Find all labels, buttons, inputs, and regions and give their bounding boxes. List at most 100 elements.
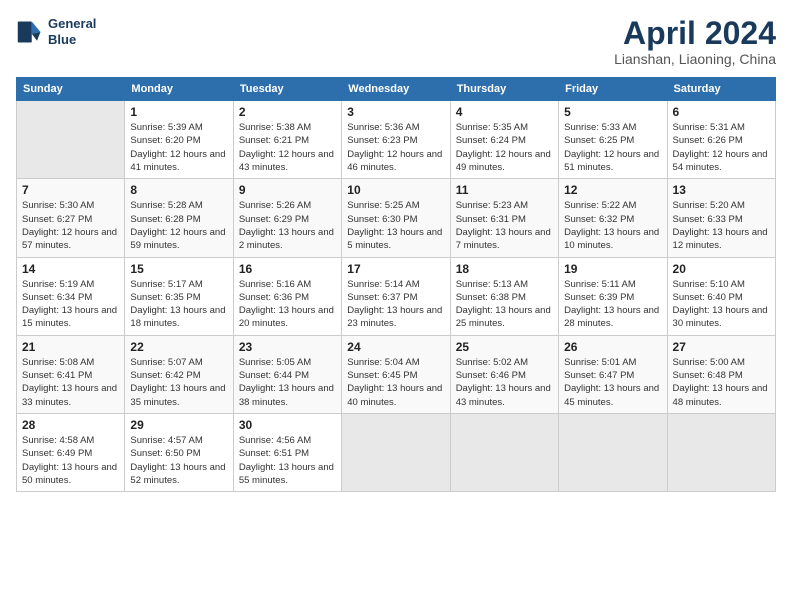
col-monday: Monday <box>125 78 233 101</box>
calendar-cell: 9 Sunrise: 5:26 AMSunset: 6:29 PMDaylight… <box>233 179 341 257</box>
day-number: 9 <box>239 183 336 197</box>
calendar-cell <box>342 413 450 491</box>
calendar-cell: 6 Sunrise: 5:31 AMSunset: 6:26 PMDaylight… <box>667 101 775 179</box>
calendar-cell: 20 Sunrise: 5:10 AMSunset: 6:40 PMDayligh… <box>667 257 775 335</box>
calendar-cell: 14Sunrise: 5:19 AMSunset: 6:34 PMDayligh… <box>17 257 125 335</box>
day-number: 12 <box>564 183 661 197</box>
calendar-cell: 7 Sunrise: 5:30 AMSunset: 6:27 PMDaylight… <box>17 179 125 257</box>
day-info: Sunrise: 5:35 AMSunset: 6:24 PMDaylight:… <box>456 121 553 174</box>
week-row-3: 14Sunrise: 5:19 AMSunset: 6:34 PMDayligh… <box>17 257 776 335</box>
calendar-cell: 10Sunrise: 5:25 AMSunset: 6:30 PMDayligh… <box>342 179 450 257</box>
calendar-header: Sunday Monday Tuesday Wednesday Thursday… <box>17 78 776 101</box>
day-info: Sunrise: 5:17 AMSunset: 6:35 PMDaylight:… <box>130 278 227 331</box>
col-saturday: Saturday <box>667 78 775 101</box>
day-info: Sunrise: 5:33 AMSunset: 6:25 PMDaylight:… <box>564 121 661 174</box>
day-number: 29 <box>130 418 227 432</box>
calendar-cell: 2Sunrise: 5:38 AMSunset: 6:21 PMDaylight… <box>233 101 341 179</box>
calendar-cell: 22 Sunrise: 5:07 AMSunset: 6:42 PMDayligh… <box>125 335 233 413</box>
day-number: 28 <box>22 418 119 432</box>
day-info: Sunrise: 5:26 AMSunset: 6:29 PMDaylight:… <box>239 199 336 252</box>
col-sunday: Sunday <box>17 78 125 101</box>
day-info: Sunrise: 5:23 AMSunset: 6:31 PMDaylight:… <box>456 199 553 252</box>
calendar-cell: 17Sunrise: 5:14 AMSunset: 6:37 PMDayligh… <box>342 257 450 335</box>
day-info: Sunrise: 5:10 AMSunset: 6:40 PMDaylight:… <box>673 278 770 331</box>
calendar-cell: 23Sunrise: 5:05 AMSunset: 6:44 PMDayligh… <box>233 335 341 413</box>
day-number: 8 <box>130 183 227 197</box>
calendar-cell: 8 Sunrise: 5:28 AMSunset: 6:28 PMDaylight… <box>125 179 233 257</box>
day-info: Sunrise: 5:19 AMSunset: 6:34 PMDaylight:… <box>22 278 119 331</box>
day-info: Sunrise: 5:14 AMSunset: 6:37 PMDaylight:… <box>347 278 444 331</box>
day-info: Sunrise: 5:11 AMSunset: 6:39 PMDaylight:… <box>564 278 661 331</box>
calendar-cell <box>559 413 667 491</box>
week-row-4: 21 Sunrise: 5:08 AMSunset: 6:41 PMDayligh… <box>17 335 776 413</box>
day-info: Sunrise: 5:02 AMSunset: 6:46 PMDaylight:… <box>456 356 553 409</box>
calendar-cell: 18 Sunrise: 5:13 AMSunset: 6:38 PMDayligh… <box>450 257 558 335</box>
calendar-cell: 30 Sunrise: 4:56 AMSunset: 6:51 PMDayligh… <box>233 413 341 491</box>
day-info: Sunrise: 5:00 AMSunset: 6:48 PMDaylight:… <box>673 356 770 409</box>
col-wednesday: Wednesday <box>342 78 450 101</box>
calendar-cell: 13 Sunrise: 5:20 AMSunset: 6:33 PMDayligh… <box>667 179 775 257</box>
day-info: Sunrise: 5:04 AMSunset: 6:45 PMDaylight:… <box>347 356 444 409</box>
calendar-cell: 4 Sunrise: 5:35 AMSunset: 6:24 PMDaylight… <box>450 101 558 179</box>
day-info: Sunrise: 5:28 AMSunset: 6:28 PMDaylight:… <box>130 199 227 252</box>
day-info: Sunrise: 5:39 AMSunset: 6:20 PMDaylight:… <box>130 121 227 174</box>
day-number: 23 <box>239 340 336 354</box>
calendar-cell: 16Sunrise: 5:16 AMSunset: 6:36 PMDayligh… <box>233 257 341 335</box>
day-info: Sunrise: 4:57 AMSunset: 6:50 PMDaylight:… <box>130 434 227 487</box>
day-number: 25 <box>456 340 553 354</box>
logo-text: General Blue <box>48 16 96 47</box>
calendar-cell: 21 Sunrise: 5:08 AMSunset: 6:41 PMDayligh… <box>17 335 125 413</box>
day-number: 27 <box>673 340 770 354</box>
week-row-2: 7 Sunrise: 5:30 AMSunset: 6:27 PMDaylight… <box>17 179 776 257</box>
calendar-cell: 5Sunrise: 5:33 AMSunset: 6:25 PMDaylight… <box>559 101 667 179</box>
calendar-cell: 3 Sunrise: 5:36 AMSunset: 6:23 PMDaylight… <box>342 101 450 179</box>
day-number: 20 <box>673 262 770 276</box>
calendar-cell: 11 Sunrise: 5:23 AMSunset: 6:31 PMDayligh… <box>450 179 558 257</box>
day-number: 10 <box>347 183 444 197</box>
day-number: 3 <box>347 105 444 119</box>
calendar-cell: 1 Sunrise: 5:39 AMSunset: 6:20 PMDaylight… <box>125 101 233 179</box>
calendar-cell: 15 Sunrise: 5:17 AMSunset: 6:35 PMDayligh… <box>125 257 233 335</box>
day-number: 19 <box>564 262 661 276</box>
day-number: 4 <box>456 105 553 119</box>
month-title: April 2024 <box>614 16 776 51</box>
subtitle: Lianshan, Liaoning, China <box>614 51 776 67</box>
day-info: Sunrise: 5:13 AMSunset: 6:38 PMDaylight:… <box>456 278 553 331</box>
calendar-cell: 28 Sunrise: 4:58 AMSunset: 6:49 PMDayligh… <box>17 413 125 491</box>
day-info: Sunrise: 5:36 AMSunset: 6:23 PMDaylight:… <box>347 121 444 174</box>
calendar-cell: 26Sunrise: 5:01 AMSunset: 6:47 PMDayligh… <box>559 335 667 413</box>
day-number: 22 <box>130 340 227 354</box>
calendar-table: Sunday Monday Tuesday Wednesday Thursday… <box>16 77 776 492</box>
header-row: Sunday Monday Tuesday Wednesday Thursday… <box>17 78 776 101</box>
logo: General Blue <box>16 16 96 47</box>
day-info: Sunrise: 5:08 AMSunset: 6:41 PMDaylight:… <box>22 356 119 409</box>
day-number: 2 <box>239 105 336 119</box>
day-info: Sunrise: 5:30 AMSunset: 6:27 PMDaylight:… <box>22 199 119 252</box>
calendar-cell: 24 Sunrise: 5:04 AMSunset: 6:45 PMDayligh… <box>342 335 450 413</box>
day-number: 7 <box>22 183 119 197</box>
day-info: Sunrise: 5:16 AMSunset: 6:36 PMDaylight:… <box>239 278 336 331</box>
day-number: 1 <box>130 105 227 119</box>
day-number: 18 <box>456 262 553 276</box>
day-info: Sunrise: 5:01 AMSunset: 6:47 PMDaylight:… <box>564 356 661 409</box>
day-number: 15 <box>130 262 227 276</box>
day-info: Sunrise: 5:20 AMSunset: 6:33 PMDaylight:… <box>673 199 770 252</box>
day-number: 24 <box>347 340 444 354</box>
title-area: April 2024 Lianshan, Liaoning, China <box>614 16 776 67</box>
day-info: Sunrise: 5:22 AMSunset: 6:32 PMDaylight:… <box>564 199 661 252</box>
day-number: 6 <box>673 105 770 119</box>
day-info: Sunrise: 4:58 AMSunset: 6:49 PMDaylight:… <box>22 434 119 487</box>
calendar-cell: 19 Sunrise: 5:11 AMSunset: 6:39 PMDayligh… <box>559 257 667 335</box>
header: General Blue April 2024 Lianshan, Liaoni… <box>16 16 776 67</box>
week-row-1: 1 Sunrise: 5:39 AMSunset: 6:20 PMDaylight… <box>17 101 776 179</box>
day-number: 11 <box>456 183 553 197</box>
day-number: 21 <box>22 340 119 354</box>
day-info: Sunrise: 5:07 AMSunset: 6:42 PMDaylight:… <box>130 356 227 409</box>
day-info: Sunrise: 5:31 AMSunset: 6:26 PMDaylight:… <box>673 121 770 174</box>
calendar-cell: 29 Sunrise: 4:57 AMSunset: 6:50 PMDayligh… <box>125 413 233 491</box>
day-number: 30 <box>239 418 336 432</box>
day-number: 13 <box>673 183 770 197</box>
day-info: Sunrise: 4:56 AMSunset: 6:51 PMDaylight:… <box>239 434 336 487</box>
calendar-body: 1 Sunrise: 5:39 AMSunset: 6:20 PMDaylight… <box>17 101 776 492</box>
calendar-cell <box>667 413 775 491</box>
